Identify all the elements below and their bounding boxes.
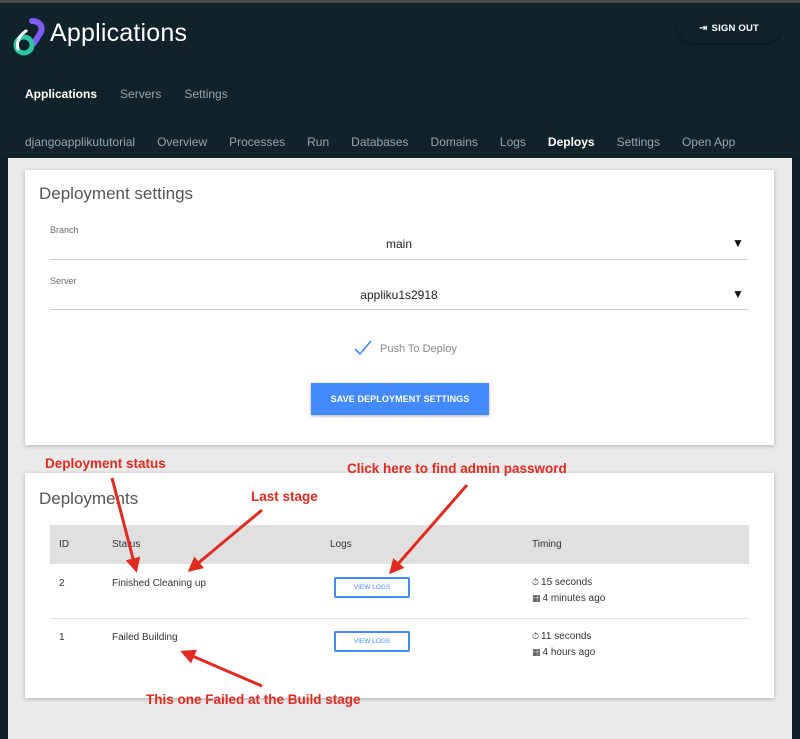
- row-1-status: Failed Building: [112, 632, 178, 643]
- col-id: ID: [59, 539, 69, 550]
- branch-caret-icon[interactable]: ▼: [732, 236, 744, 250]
- col-timing: Timing: [532, 539, 562, 550]
- branch-select[interactable]: main: [50, 237, 748, 251]
- stopwatch-icon: ⏱: [532, 577, 540, 587]
- deployments-card: Deployments ID Status Logs Timing 2 Fini…: [25, 473, 774, 698]
- sign-out-button[interactable]: ⇥ SIGN OUT: [678, 13, 780, 43]
- app-title: Applications: [50, 19, 188, 47]
- annotation-admin-password: Click here to find admin password: [347, 461, 567, 476]
- stopwatch-icon: ⏱: [532, 631, 540, 641]
- server-caret-icon[interactable]: ▼: [732, 287, 744, 301]
- calendar-icon: ▦: [532, 647, 541, 657]
- branch-label: Branch: [50, 225, 79, 235]
- col-status: Status: [112, 539, 141, 550]
- app-header: Applications ⇥ SIGN OUT Applications Ser…: [0, 3, 800, 158]
- nav-applications[interactable]: Applications: [25, 87, 97, 101]
- subnav-logs[interactable]: Logs: [500, 135, 526, 149]
- main-nav: Applications Servers Settings: [25, 87, 228, 101]
- subnav-deploys[interactable]: Deploys: [548, 135, 595, 149]
- table-header: [50, 525, 749, 564]
- annotation-failed-build: This one Failed at the Build stage: [146, 692, 361, 707]
- subnav-domains[interactable]: Domains: [431, 135, 478, 149]
- row-2-ago: ▦ 4 minutes ago: [532, 593, 606, 604]
- row-1-duration: ⏱ 11 seconds: [532, 631, 592, 642]
- row-2-duration: ⏱ 15 seconds: [532, 577, 593, 588]
- annotation-last-stage: Last stage: [251, 489, 318, 504]
- subnav-open-app[interactable]: Open App: [682, 135, 735, 149]
- annotation-deployment-status: Deployment status: [45, 456, 166, 471]
- deployments-title: Deployments: [39, 489, 139, 508]
- row-2-status: Finished Cleaning up: [112, 578, 206, 589]
- nav-settings[interactable]: Settings: [184, 87, 227, 101]
- subnav-databases[interactable]: Databases: [351, 135, 408, 149]
- push-to-deploy-checkbox[interactable]: [353, 338, 373, 358]
- subnav-run[interactable]: Run: [307, 135, 329, 149]
- row-divider: [50, 618, 749, 619]
- deployment-settings-title: Deployment settings: [39, 184, 194, 203]
- server-label: Server: [50, 276, 77, 286]
- branch-underline: [50, 259, 748, 260]
- applikulogo-icon: [13, 18, 45, 56]
- server-underline: [50, 309, 748, 310]
- subnav-settings[interactable]: Settings: [617, 135, 660, 149]
- row-2-id: 2: [59, 578, 65, 589]
- app-subnav: djangoapplikututorial Overview Processes…: [25, 135, 757, 149]
- row-1-ago: ▦ 4 hours ago: [532, 647, 596, 658]
- server-select[interactable]: appliku1s2918: [50, 288, 748, 302]
- checkmark-icon: [354, 340, 372, 356]
- row-1-id: 1: [59, 632, 65, 643]
- subnav-app-name[interactable]: djangoapplikututorial: [25, 135, 135, 149]
- calendar-icon: ▦: [532, 593, 541, 603]
- col-logs: Logs: [330, 539, 352, 550]
- subnav-overview[interactable]: Overview: [157, 135, 207, 149]
- view-logs-button[interactable]: VIEW LOGS: [334, 631, 410, 652]
- sign-out-label: SIGN OUT: [711, 22, 760, 34]
- sign-out-icon: ⇥: [698, 22, 708, 34]
- deployment-settings-card: Deployment settings Branch main ▼ Server…: [25, 170, 774, 445]
- subnav-processes[interactable]: Processes: [229, 135, 285, 149]
- save-deployment-settings-button[interactable]: SAVE DEPLOYMENT SETTINGS: [311, 383, 489, 415]
- nav-servers[interactable]: Servers: [120, 87, 161, 101]
- view-logs-button[interactable]: VIEW LOGS: [334, 577, 410, 598]
- push-to-deploy-label: Push To Deploy: [380, 343, 457, 355]
